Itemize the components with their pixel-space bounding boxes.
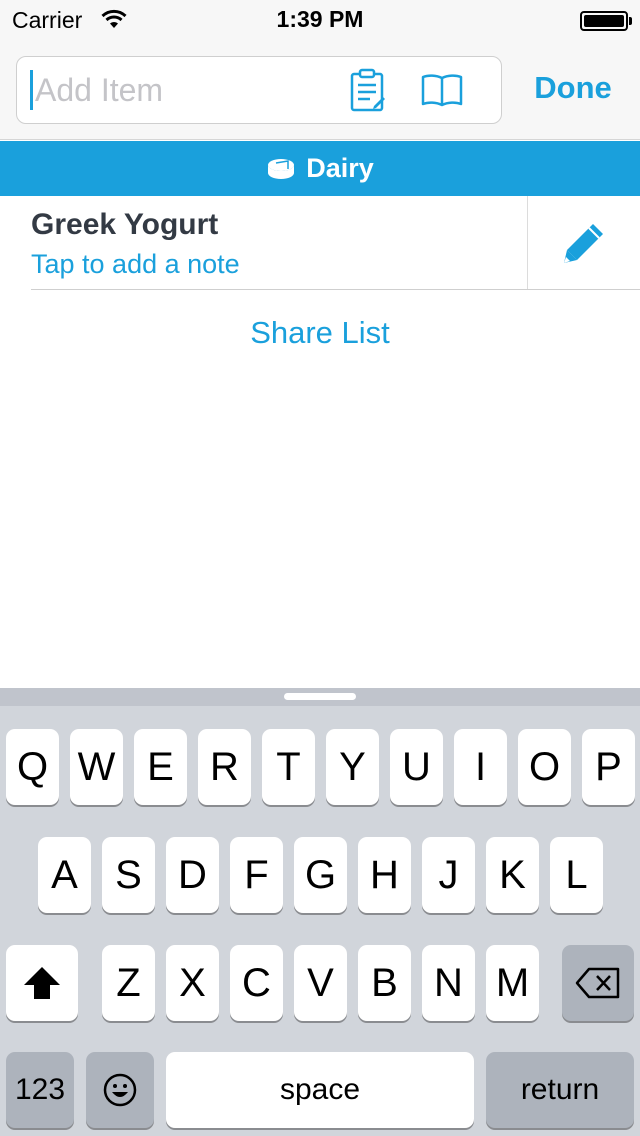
key-i[interactable]: I (454, 729, 507, 805)
battery-icon (580, 11, 628, 31)
edit-item-button[interactable] (527, 196, 640, 289)
dairy-icon (268, 158, 295, 179)
book-icon (421, 74, 463, 107)
key-q[interactable]: Q (6, 729, 59, 805)
key-b[interactable]: B (358, 945, 411, 1021)
add-item-bar: Done (0, 40, 640, 140)
key-v[interactable]: V (294, 945, 347, 1021)
key-o[interactable]: O (518, 729, 571, 805)
delete-key[interactable] (562, 945, 634, 1021)
done-button[interactable]: Done (518, 70, 628, 114)
key-p[interactable]: P (582, 729, 635, 805)
key-t[interactable]: T (262, 729, 315, 805)
key-k[interactable]: K (486, 837, 539, 913)
key-m[interactable]: M (486, 945, 539, 1021)
key-z[interactable]: Z (102, 945, 155, 1021)
category-name: Dairy (306, 153, 374, 183)
key-g[interactable]: G (294, 837, 347, 913)
item-name: Greek Yogurt (31, 208, 219, 241)
key-y[interactable]: Y (326, 729, 379, 805)
numbers-key[interactable]: 123 (6, 1052, 74, 1128)
add-item-input[interactable] (35, 65, 335, 115)
key-h[interactable]: H (358, 837, 411, 913)
key-s[interactable]: S (102, 837, 155, 913)
space-key[interactable]: space (166, 1052, 474, 1128)
pencil-icon (564, 223, 603, 263)
key-x[interactable]: X (166, 945, 219, 1021)
key-d[interactable]: D (166, 837, 219, 913)
divider (31, 289, 640, 290)
shift-key[interactable] (6, 945, 78, 1021)
key-n[interactable]: N (422, 945, 475, 1021)
text-cursor (30, 70, 33, 110)
emoji-key[interactable] (86, 1052, 154, 1128)
status-bar: Carrier 1:39 PM (0, 0, 640, 40)
category-header: Dairy (0, 141, 640, 196)
key-l[interactable]: L (550, 837, 603, 913)
delete-icon (575, 967, 620, 999)
key-j[interactable]: J (422, 837, 475, 913)
shift-icon (24, 967, 60, 999)
list-item[interactable]: Greek Yogurt Tap to add a note (0, 196, 640, 290)
clipboard-button[interactable] (343, 65, 393, 115)
key-r[interactable]: R (198, 729, 251, 805)
key-f[interactable]: F (230, 837, 283, 913)
keyboard-handle-bar (0, 688, 640, 706)
share-list-button[interactable]: Share List (0, 315, 640, 351)
keyboard-drag-handle[interactable] (284, 693, 356, 700)
add-item-field[interactable] (16, 56, 502, 124)
key-e[interactable]: E (134, 729, 187, 805)
emoji-icon (103, 1073, 137, 1107)
key-u[interactable]: U (390, 729, 443, 805)
clipboard-icon (350, 68, 385, 112)
keyboard: Q W E R T Y U I O P A S D F G H J K L Z … (0, 688, 640, 1136)
clock: 1:39 PM (276, 6, 364, 32)
item-note-prompt[interactable]: Tap to add a note (31, 249, 240, 280)
return-key[interactable]: return (486, 1052, 634, 1128)
key-c[interactable]: C (230, 945, 283, 1021)
key-w[interactable]: W (70, 729, 123, 805)
key-a[interactable]: A (38, 837, 91, 913)
battery-tip (629, 17, 632, 25)
recipes-book-button[interactable] (417, 65, 467, 115)
